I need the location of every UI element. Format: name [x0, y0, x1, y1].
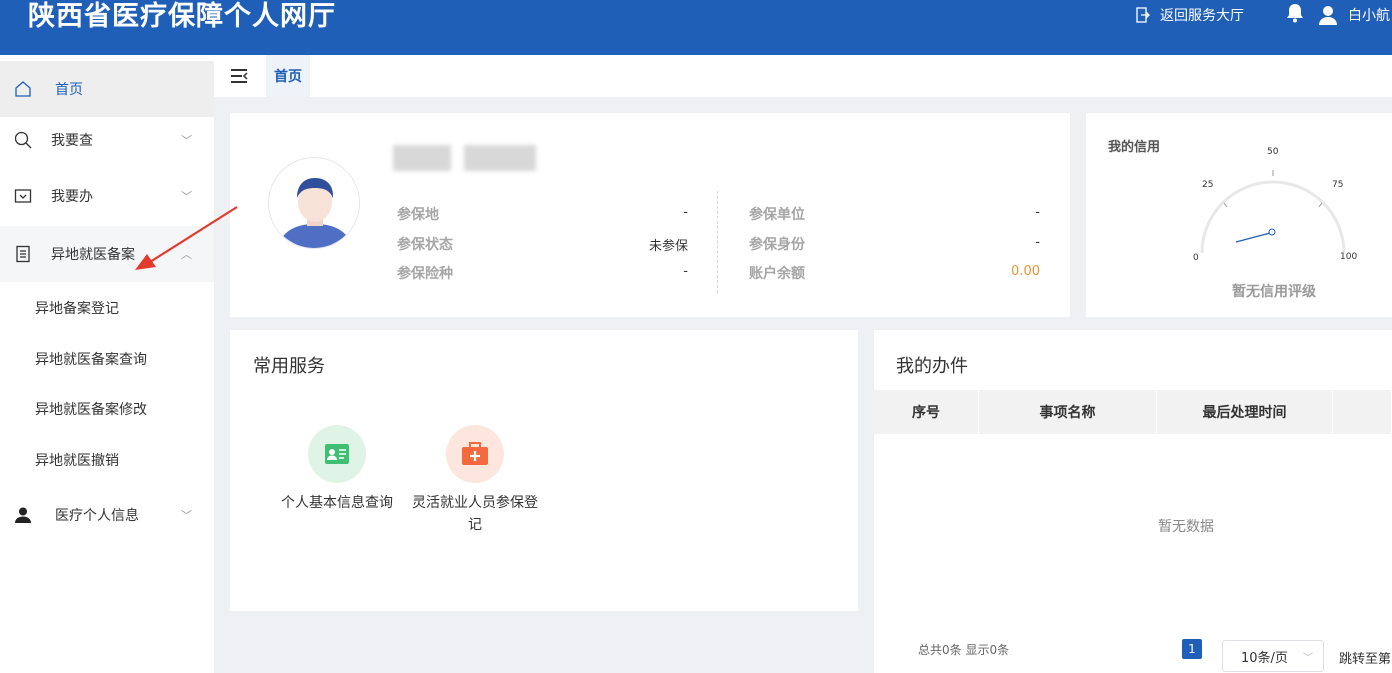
chevron-down-icon: ﹀: [1303, 652, 1313, 664]
chevron-down-icon: ﹀: [181, 134, 192, 147]
table-header: 序号 事项名称 最后处理时间: [874, 390, 1392, 434]
page-size-select[interactable]: 10条/页 ﹀: [1222, 640, 1324, 672]
sidebar-item-query[interactable]: 我要查 ﹀: [0, 112, 214, 168]
back-to-hall-link[interactable]: 返回服务大厅: [1136, 5, 1244, 25]
gauge-tick-label: 75: [1332, 180, 1344, 190]
divider: [717, 191, 718, 293]
service-label: 灵活就业人员参保登记: [412, 495, 538, 533]
chevron-down-icon: ﹀: [181, 190, 192, 203]
pagination-page-1[interactable]: 1: [1182, 639, 1202, 659]
sidebar-item-label: 首页: [55, 82, 83, 98]
user-icon: [1319, 6, 1337, 25]
id-card-icon: [308, 425, 366, 483]
insured-place-label: 参保地: [397, 207, 439, 223]
profile-card: 参保地 - 参保状态 未参保 参保险种 - 参保单位 - 参保身份 - 账户余额…: [230, 113, 1070, 317]
column-header: [1333, 390, 1392, 434]
chevron-up-icon: ︿: [181, 248, 192, 261]
empty-state: 暂无数据: [1158, 519, 1214, 535]
my-tasks-card: 我的办件 序号 事项名称 最后处理时间 暂无数据 总共0条 显示0条 1 10条…: [874, 330, 1392, 673]
service-label: 个人基本信息查询: [281, 495, 393, 511]
service-flexible-employment[interactable]: 灵活就业人员参保登记: [408, 425, 542, 536]
home-icon: [14, 80, 32, 98]
inbox-icon: [14, 187, 32, 205]
sidebar: 首页 我要查 ﹀ 我要办 ﹀ 异地就医备案 ︿ 异地备案登记 异地就医备案查询 …: [0, 55, 214, 673]
insured-identity-value: -: [1035, 235, 1040, 250]
user-name: 白小航: [1348, 8, 1390, 24]
insurance-type-value: -: [683, 264, 688, 279]
medical-kit-icon: [446, 425, 504, 483]
sidebar-item-remote-filing[interactable]: 异地就医备案 ︿: [0, 226, 214, 282]
insured-status-label: 参保状态: [397, 237, 453, 253]
sidebar-item-handle[interactable]: 我要办 ﹀: [0, 168, 214, 224]
back-to-hall-label: 返回服务大厅: [1160, 8, 1244, 24]
insured-place-value: -: [683, 205, 688, 220]
insured-unit-label: 参保单位: [749, 207, 805, 223]
header-actions: 返回服务大厅 白小航: [1136, 0, 1392, 30]
column-header: 事项名称: [979, 390, 1157, 434]
column-header: 最后处理时间: [1157, 390, 1333, 434]
sidebar-item-label: 医疗个人信息: [55, 508, 139, 524]
sidebar-item-medical-info[interactable]: 医疗个人信息 ﹀: [0, 487, 214, 543]
gauge-tick-label: 50: [1267, 147, 1279, 157]
insured-status-value: 未参保: [648, 239, 688, 254]
user-menu[interactable]: 白小航: [1318, 5, 1390, 25]
name-redacted: [393, 145, 451, 171]
avatar: [268, 157, 360, 249]
insurance-type-label: 参保险种: [397, 266, 453, 282]
sidebar-item-label: 我要查: [51, 133, 93, 149]
service-personal-info[interactable]: 个人基本信息查询: [275, 425, 399, 514]
pagination-total: 总共0条 显示0条: [918, 643, 1010, 657]
sidebar-subitem-register[interactable]: 异地备案登记: [0, 283, 214, 333]
gauge-tick-label: 100: [1340, 252, 1358, 262]
gauge-tick-label: 0: [1193, 253, 1199, 263]
page-jump-label: 跳转至第: [1339, 652, 1392, 667]
menu-collapse-icon[interactable]: [230, 68, 248, 88]
account-balance-value: 0.00: [1011, 264, 1040, 279]
gauge-tick-label: 25: [1202, 180, 1214, 190]
column-header: 序号: [874, 390, 979, 434]
sidebar-item-home[interactable]: 首页: [0, 61, 214, 117]
exit-icon: [1136, 7, 1150, 23]
app-header: 陕西省医疗保障个人网厅 返回服务大厅 白小航: [0, 0, 1392, 55]
sidebar-item-label: 异地就医备案: [51, 247, 135, 263]
sidebar-subitem-cancel[interactable]: 异地就医撤销: [0, 435, 214, 485]
bell-icon[interactable]: [1284, 2, 1306, 28]
search-icon: [14, 131, 32, 149]
chevron-down-icon: ﹀: [181, 509, 192, 522]
sidebar-item-label: 我要办: [51, 189, 93, 205]
document-icon: [14, 245, 32, 263]
credit-card: 我的信用 0 25 50 75 100 暂无信用评级: [1086, 113, 1392, 317]
sidebar-subitem-modify[interactable]: 异地就医备案修改: [0, 384, 214, 434]
tab-bar: 首页: [214, 55, 1392, 97]
tab-home[interactable]: 首页: [266, 55, 310, 97]
name-redacted: [464, 145, 536, 171]
insured-identity-label: 参保身份: [749, 237, 805, 253]
common-services-card: 常用服务 个人基本信息查询 灵活就业人员参保登记: [230, 330, 858, 611]
section-title: 我的办件: [896, 356, 968, 377]
app-title: 陕西省医疗保障个人网厅: [28, 1, 336, 32]
sidebar-subitem-query[interactable]: 异地就医备案查询: [0, 334, 214, 384]
account-balance-label: 账户余额: [749, 266, 805, 282]
person-icon: [14, 506, 32, 524]
section-title: 常用服务: [253, 356, 325, 377]
insured-unit-value: -: [1035, 205, 1040, 220]
credit-status: 暂无信用评级: [1232, 284, 1316, 300]
page-size-value: 10条/页: [1241, 650, 1288, 666]
